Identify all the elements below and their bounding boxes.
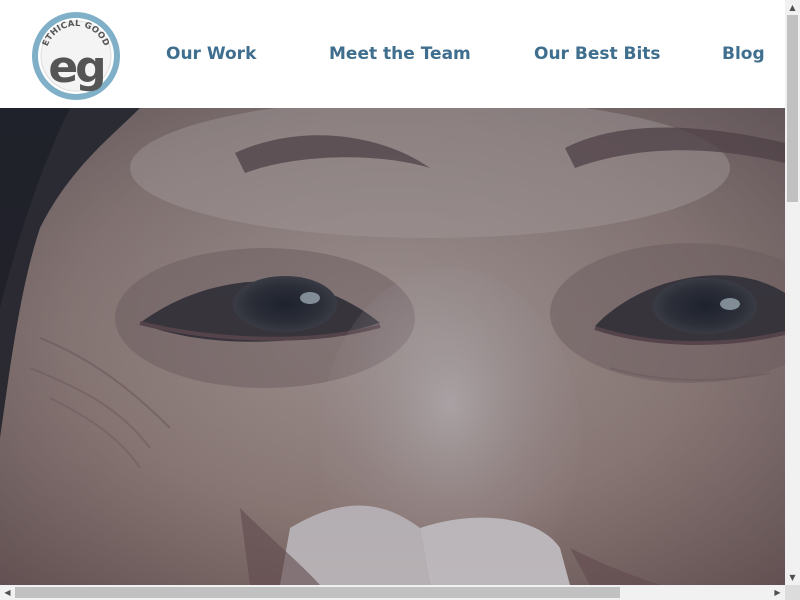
nav-our-work[interactable]: Our Work — [166, 44, 256, 64]
ethical-good-logo[interactable]: ETHICAL GOOD eg — [30, 10, 122, 102]
triangle-right-icon[interactable]: ▶ — [770, 585, 785, 600]
page-viewport: ETHICAL GOOD eg Our Work Meet the Team O… — [0, 0, 785, 585]
hero-face-closeup — [0, 108, 785, 585]
triangle-down-icon[interactable]: ▼ — [785, 570, 800, 585]
horizontal-scrollbar[interactable]: ◀ ▶ — [0, 585, 785, 600]
hero-image — [0, 108, 785, 585]
nav-meet-the-team[interactable]: Meet the Team — [329, 44, 471, 64]
nav-blog[interactable]: Blog — [722, 44, 765, 64]
vertical-scroll-thumb[interactable] — [787, 15, 798, 202]
vertical-scrollbar[interactable]: ▲ ▼ — [785, 0, 800, 585]
triangle-up-icon[interactable]: ▲ — [785, 0, 800, 15]
site-header: ETHICAL GOOD eg Our Work Meet the Team O… — [0, 0, 785, 108]
triangle-left-icon[interactable]: ◀ — [0, 585, 15, 600]
logo-monogram: eg — [48, 42, 103, 93]
nav-our-best-bits[interactable]: Our Best Bits — [534, 44, 661, 64]
scrollbar-corner — [785, 585, 800, 600]
horizontal-scroll-thumb[interactable] — [15, 587, 620, 598]
